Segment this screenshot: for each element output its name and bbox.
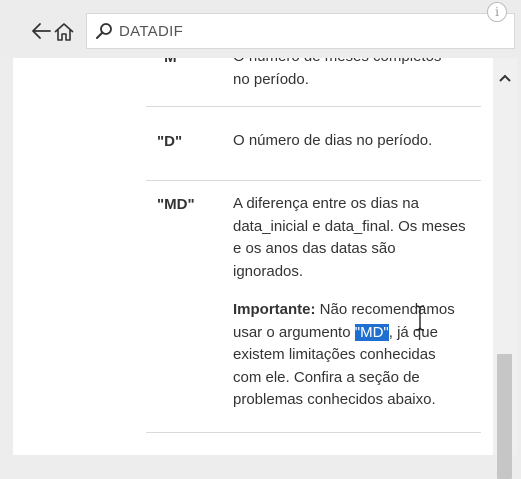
- description-line: A diferença entre os dias na: [233, 195, 419, 212]
- selected-text[interactable]: "MD": [354, 323, 389, 341]
- note-line: com ele. Confira a seção de: [233, 368, 420, 386]
- unit-code-m: "M": [157, 58, 184, 66]
- note-line: Importante: Não recomendamos: [233, 301, 455, 318]
- help-navigation-bar: DATADIF i: [0, 0, 521, 58]
- unit-code-md: "MD": [157, 196, 195, 213]
- unit-description-d: O número de dias no período.: [233, 130, 483, 153]
- vertical-scrollbar[interactable]: [493, 58, 517, 479]
- note-line: usar o argumento "MD", já que: [233, 323, 438, 341]
- scrollbar-thumb[interactable]: [497, 354, 512, 479]
- description-line: no período.: [233, 70, 309, 88]
- row-divider: [146, 106, 481, 107]
- chevron-up-icon[interactable]: [493, 70, 517, 86]
- unit-description-m: O número de meses completos no período.: [233, 58, 483, 91]
- row-divider: [146, 432, 481, 433]
- search-query: DATADIF: [119, 23, 184, 40]
- row-divider: [146, 180, 481, 181]
- info-icon[interactable]: i: [487, 2, 507, 22]
- description-line: e os anos das datas são: [233, 240, 396, 257]
- description-line: data_inicial e data_final. Os meses: [233, 217, 466, 235]
- search-icon: [96, 23, 112, 39]
- description-line: O número de meses completos: [233, 58, 483, 69]
- home-icon[interactable]: [53, 22, 75, 42]
- unit-description-md: A diferença entre os dias na data_inicia…: [233, 193, 483, 283]
- description-line: ignorados.: [233, 262, 304, 280]
- unit-code-d: "D": [157, 133, 183, 150]
- text-cursor-icon: [415, 305, 425, 331]
- help-article-content: "M" O número de meses completos no perío…: [13, 58, 493, 455]
- search-input[interactable]: DATADIF: [86, 13, 515, 49]
- back-arrow-icon[interactable]: [30, 22, 52, 40]
- important-note: Importante: Não recomendamos usar o argu…: [233, 299, 483, 412]
- note-line: existem limitações conhecidas: [233, 346, 436, 363]
- note-label: Importante:: [233, 301, 316, 318]
- description-line: O número de dias no período.: [233, 132, 433, 149]
- note-line: problemas conhecidos abaixo.: [233, 391, 436, 408]
